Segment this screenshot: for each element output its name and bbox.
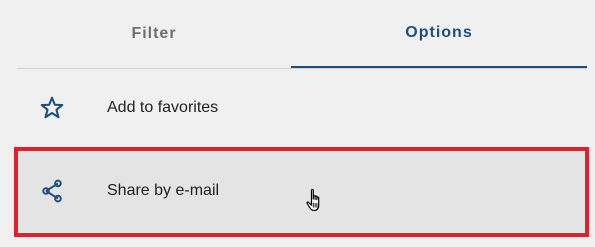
star-outline-icon xyxy=(39,95,65,121)
add-to-favorites-label: Add to favorites xyxy=(107,99,219,116)
options-panel: Filter Options Add to favorites Share by… xyxy=(0,0,595,247)
add-to-favorites-item[interactable]: Add to favorites xyxy=(17,69,587,147)
share-by-email-item[interactable]: Share by e-mail xyxy=(17,149,587,232)
tab-bar: Filter Options xyxy=(17,0,587,69)
tab-options[interactable]: Options xyxy=(291,0,587,68)
tab-filter[interactable]: Filter xyxy=(17,0,291,68)
hand-cursor-icon xyxy=(305,188,325,214)
share-icon xyxy=(39,178,65,204)
share-by-email-label: Share by e-mail xyxy=(107,181,220,199)
